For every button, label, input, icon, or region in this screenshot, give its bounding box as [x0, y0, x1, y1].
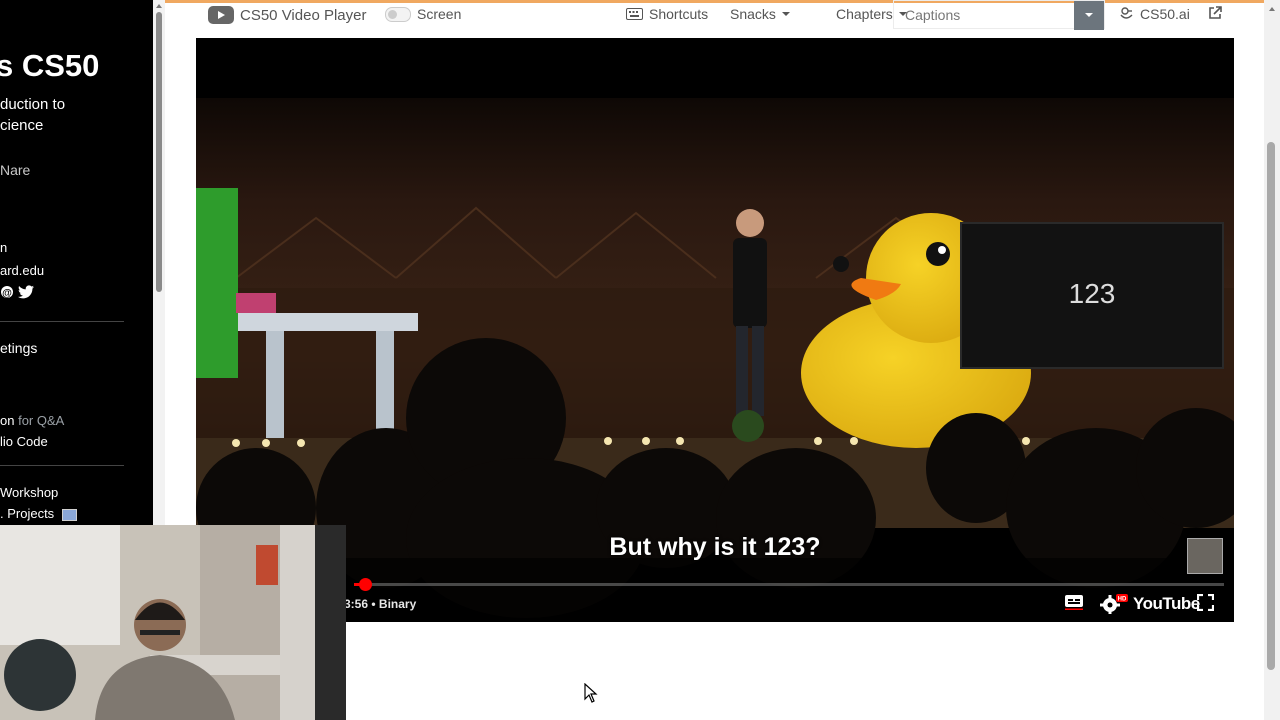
projects-label: . Projects: [0, 506, 55, 521]
cs50ai-label: CS50.ai: [1140, 6, 1190, 22]
sidebar-scroll-thumb[interactable]: [156, 12, 162, 292]
shortcuts-label: Shortcuts: [649, 6, 709, 22]
keyboard-icon: [626, 8, 643, 20]
sidebar-divider-2: [0, 465, 124, 466]
course-subtitle-line2: cience: [0, 117, 44, 134]
captions-select[interactable]: Captions: [893, 0, 1105, 30]
page-scroll-thumb[interactable]: [1267, 142, 1275, 670]
external-link-icon: [1209, 6, 1222, 19]
subtitles-button[interactable]: [1064, 594, 1084, 615]
app-title-text: CS50 Video Player: [240, 6, 367, 24]
chapters-label: Chapters: [836, 6, 893, 22]
cs50ai-link[interactable]: CS50.ai: [1119, 6, 1190, 22]
sidebar-item-qa[interactable]: on for Q&A: [0, 413, 64, 428]
screen-toggle[interactable]: Screen: [385, 6, 461, 22]
email-link[interactable]: ard.edu: [0, 263, 44, 278]
course-subtitle-line1: duction to: [0, 96, 66, 113]
webcam-overlay: [0, 525, 346, 720]
sidebar-divider: [0, 321, 124, 322]
sidebar-item-meetings[interactable]: etings: [0, 340, 37, 356]
duck-icon: [1120, 7, 1133, 19]
progress-bar[interactable]: [354, 578, 1224, 591]
captions-placeholder: Captions: [905, 7, 961, 23]
gear-icon: HD: [1100, 594, 1128, 615]
scroll-up-arrow-icon[interactable]: [1269, 7, 1275, 11]
external-link-button[interactable]: [1208, 6, 1222, 20]
svg-text:@: @: [2, 288, 12, 299]
fullscreen-icon: [1196, 593, 1215, 612]
player-toolbar: CS50 Video Player Screen Shortcuts Snack…: [196, 0, 1234, 30]
qa-prefix: on: [0, 413, 15, 428]
youtube-logo[interactable]: YouTube: [1133, 594, 1200, 614]
qa-suffix: for Q&A: [18, 413, 65, 428]
sidebar-item-studio-code[interactable]: lio Code: [0, 434, 48, 449]
chevron-down-icon: [781, 12, 790, 16]
captions-dropdown-button[interactable]: [1074, 1, 1104, 30]
mouse-cursor-icon: [584, 683, 598, 703]
current-time: 3:56: [344, 597, 369, 611]
threads-icon[interactable]: @: [0, 285, 14, 299]
sidebar-item-projects[interactable]: . Projects: [0, 506, 78, 521]
social-icons: @: [0, 285, 35, 299]
hd-badge: HD: [1118, 597, 1127, 603]
toggle-switch-icon[interactable]: [385, 6, 411, 22]
flag-icon: [62, 508, 78, 521]
subtitles-icon: [1065, 595, 1083, 610]
video-player[interactable]: 123 But why is it 123? 3:56 • Binary HD …: [196, 38, 1234, 622]
screen-number: 123: [1068, 278, 1116, 309]
fullscreen-button[interactable]: [1196, 593, 1215, 616]
instructor-name: Nare: [0, 162, 31, 178]
chapter-name[interactable]: Binary: [379, 597, 416, 611]
sidebar-scrollbar[interactable]: [153, 0, 165, 525]
sidebar-item-workshop[interactable]: Workshop: [0, 485, 58, 500]
snacks-label: Snacks: [730, 6, 776, 22]
course-title: s CS50: [0, 48, 100, 83]
scroll-up-arrow-icon[interactable]: [156, 4, 162, 8]
page-scrollbar[interactable]: [1264, 0, 1280, 720]
sidebar-line-n: n: [0, 240, 8, 255]
twitter-icon[interactable]: [18, 285, 35, 299]
webcam-feed: [0, 525, 346, 720]
screen-toggle-label: Screen: [417, 6, 462, 22]
youtube-logo-icon: [208, 6, 234, 24]
caption-text: But why is it 123?: [609, 533, 821, 561]
sidebar: s CS50 duction to cience Nare n ard.edu …: [0, 0, 153, 525]
chevron-down-icon: [1085, 13, 1093, 17]
app-title: CS50 Video Player: [208, 6, 366, 24]
shortcuts-button[interactable]: Shortcuts: [626, 6, 708, 22]
snacks-dropdown[interactable]: Snacks: [730, 6, 790, 22]
time-chapter-label: 3:56 • Binary: [344, 597, 417, 611]
settings-button[interactable]: HD: [1100, 594, 1128, 619]
